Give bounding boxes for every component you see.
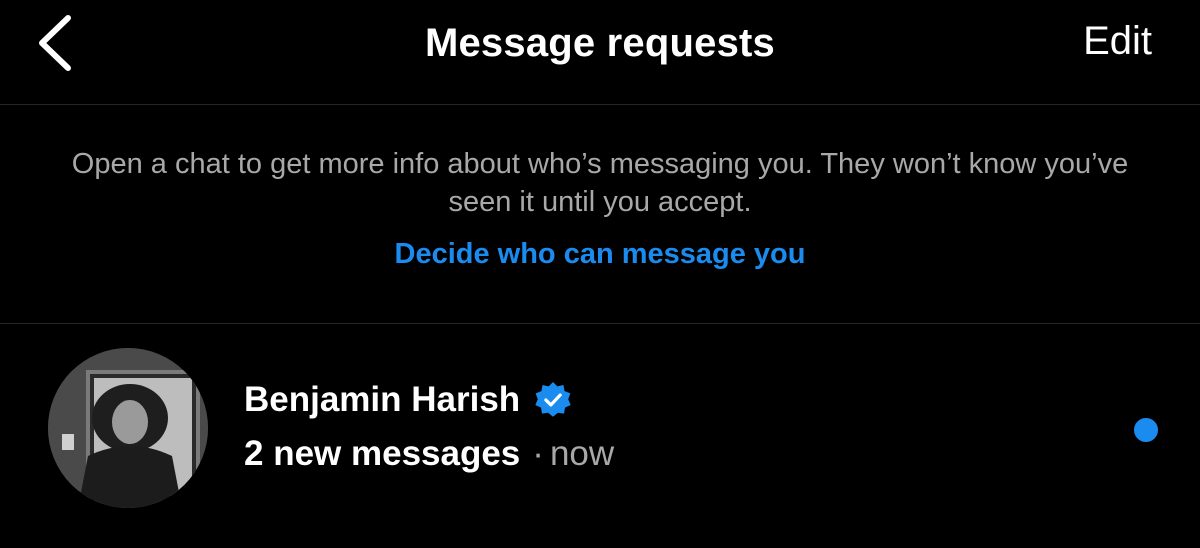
edit-button[interactable]: Edit bbox=[1083, 18, 1152, 64]
timestamp: now bbox=[549, 434, 615, 473]
unread-indicator bbox=[1134, 418, 1158, 442]
separator-dot: · bbox=[532, 434, 544, 473]
request-preview-line: 2 new messages · now bbox=[244, 432, 614, 476]
request-name-line: Benjamin Harish bbox=[244, 378, 572, 422]
info-section: Open a chat to get more info about who’s… bbox=[0, 105, 1200, 324]
message-settings-link[interactable]: Decide who can message you bbox=[0, 235, 1200, 273]
info-description: Open a chat to get more info about who’s… bbox=[71, 148, 1129, 218]
message-count: 2 new messages bbox=[244, 434, 521, 473]
avatar[interactable] bbox=[48, 348, 208, 508]
header-bar: Message requests Edit bbox=[0, 0, 1200, 105]
sender-name: Benjamin Harish bbox=[244, 380, 521, 419]
page-title: Message requests bbox=[424, 21, 776, 65]
verified-badge-icon bbox=[535, 381, 571, 417]
message-request-row[interactable]: Benjamin Harish 2 new messages · now bbox=[0, 334, 1200, 534]
